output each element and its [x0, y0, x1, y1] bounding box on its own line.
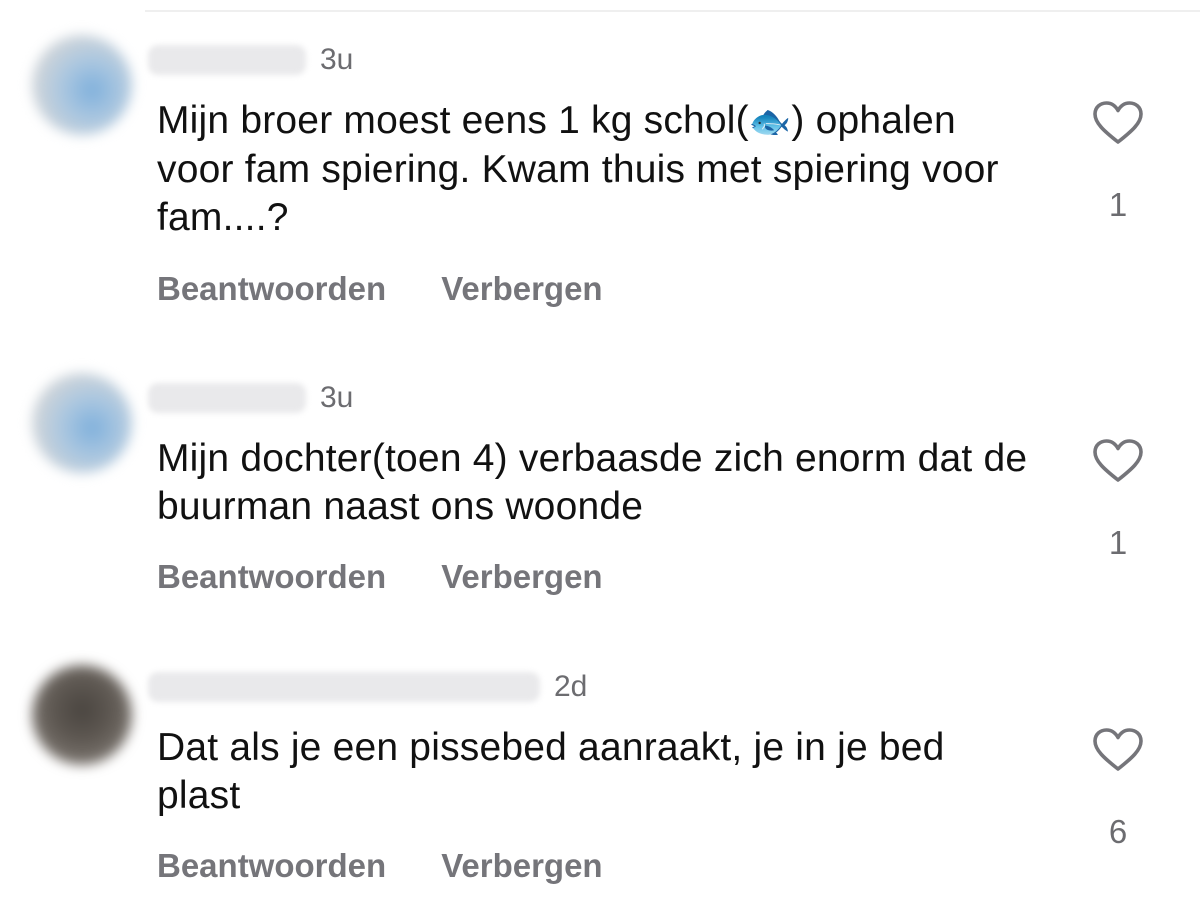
- username[interactable]: nathaliebrandenburg: [148, 672, 540, 702]
- comment-meta: kiyal0910 3u: [148, 40, 353, 80]
- comment-actions: Beantwoorden Verbergen: [157, 847, 603, 885]
- comment-meta: nathaliebrandenburg 2d: [148, 667, 587, 707]
- comment-meta: kiyal0910 3u: [148, 378, 353, 418]
- like-area: 6: [1088, 727, 1148, 851]
- username[interactable]: kiyal0910: [148, 45, 306, 75]
- user-avatar[interactable]: [32, 665, 132, 765]
- reply-button[interactable]: Beantwoorden: [157, 558, 386, 596]
- like-area: 1: [1088, 100, 1148, 224]
- comment-actions: Beantwoorden Verbergen: [157, 558, 603, 596]
- heart-outline-icon[interactable]: [1088, 100, 1148, 146]
- user-avatar[interactable]: [32, 35, 132, 135]
- comment-text-part: Mijn broer moest eens 1 kg schol(: [157, 99, 749, 142]
- user-avatar[interactable]: [32, 373, 132, 473]
- reply-button[interactable]: Beantwoorden: [157, 270, 386, 308]
- like-count: 6: [1108, 813, 1128, 850]
- hide-button[interactable]: Verbergen: [441, 270, 602, 308]
- timestamp: 3u: [320, 43, 354, 76]
- comment-actions: Beantwoorden Verbergen: [157, 270, 603, 308]
- like-area: 1: [1088, 438, 1148, 562]
- like-count: 1: [1108, 524, 1128, 561]
- heart-outline-icon[interactable]: [1088, 727, 1148, 773]
- comment-text: Mijn broer moest eens 1 kg schol(🐟) opha…: [157, 97, 1037, 242]
- like-count: 1: [1108, 186, 1128, 223]
- heart-outline-icon[interactable]: [1088, 438, 1148, 484]
- top-divider: [145, 10, 1200, 12]
- timestamp: 3u: [320, 381, 354, 414]
- fish-emoji: 🐟: [748, 103, 792, 141]
- reply-button[interactable]: Beantwoorden: [157, 847, 386, 885]
- timestamp: 2d: [554, 670, 588, 703]
- username[interactable]: kiyal0910: [148, 383, 306, 413]
- comment-text: Mijn dochter(toen 4) verbaasde zich enor…: [157, 437, 1028, 528]
- hide-button[interactable]: Verbergen: [441, 558, 602, 596]
- hide-button[interactable]: Verbergen: [441, 847, 602, 885]
- comment-text: Dat als je een pissebed aanraakt, je in …: [157, 726, 945, 817]
